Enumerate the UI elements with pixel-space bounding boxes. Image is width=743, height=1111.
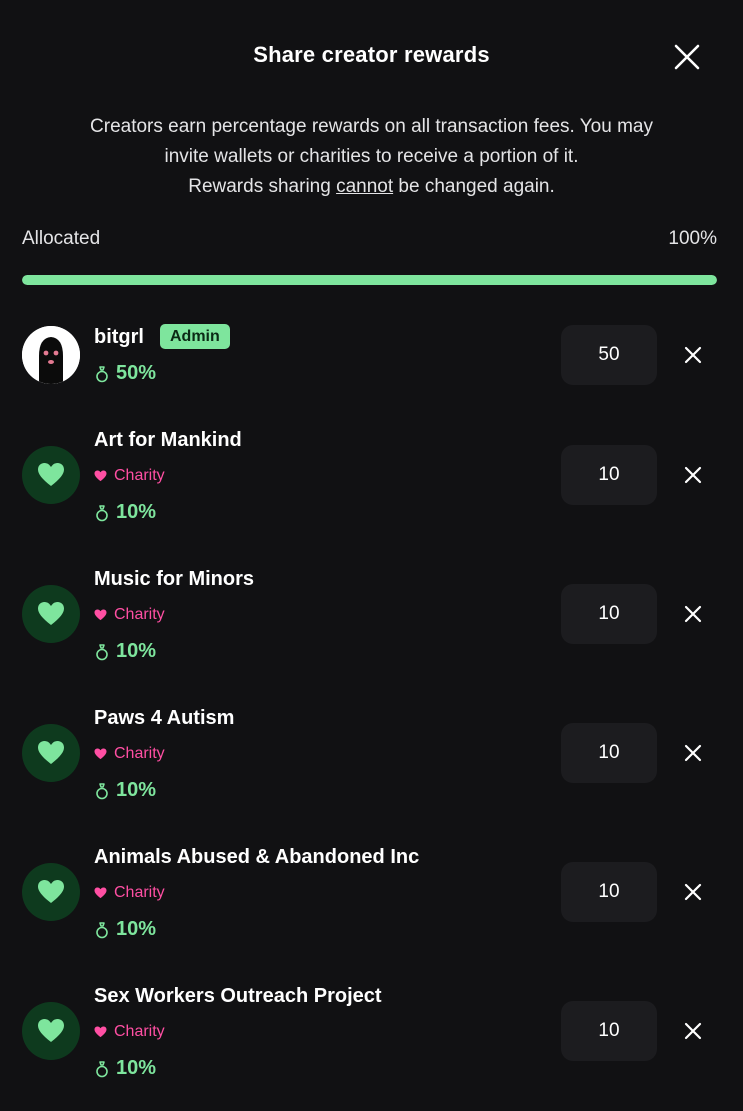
recipient-name: Music for Minors — [94, 568, 255, 590]
heart-icon — [94, 609, 107, 621]
recipient-share: 10% — [94, 918, 156, 941]
modal-header: Share creator rewards — [0, 0, 743, 115]
avatar-image — [22, 326, 80, 384]
recipient-share: 10% — [94, 779, 156, 802]
close-icon — [684, 605, 702, 623]
remove-recipient-button[interactable] — [680, 1018, 706, 1044]
recipient-amount-input[interactable] — [561, 584, 657, 644]
remove-recipient-button[interactable] — [680, 879, 706, 905]
recipient-share: 10% — [94, 640, 156, 663]
recipient-row: bitgrl Admin 50% — [0, 318, 743, 398]
charity-avatar — [22, 863, 80, 921]
close-icon — [674, 44, 700, 70]
recipient-name: Paws 4 Autism — [94, 707, 235, 729]
heart-icon — [94, 887, 107, 899]
description-text: Rewards sharing — [188, 176, 337, 197]
recipient-share: 50% — [94, 362, 156, 385]
close-icon — [684, 883, 702, 901]
allocation-progress-bar — [22, 275, 717, 285]
heart-icon — [38, 1019, 64, 1042]
recipient-amount-input[interactable] — [561, 445, 657, 505]
charity-avatar — [22, 724, 80, 782]
recipient-share-value: 10% — [116, 640, 157, 662]
charity-tag-label: Charity — [114, 606, 165, 623]
reward-bag-icon — [96, 643, 108, 660]
charity-tag: Charity — [94, 1023, 165, 1041]
reward-bag-icon — [96, 504, 108, 521]
recipient-row: Sex Workers Outreach Project Charity 10% — [0, 980, 743, 1090]
recipient-row: Art for Mankind Charity 10% — [0, 424, 743, 534]
modal-title: Share creator rewards — [253, 42, 490, 67]
allocation-label: Allocated — [22, 228, 101, 249]
heart-icon — [94, 1026, 107, 1038]
recipient-amount-input[interactable] — [561, 325, 657, 385]
charity-tag-label: Charity — [114, 1023, 165, 1040]
recipient-amount-input[interactable] — [561, 723, 657, 783]
reward-bag-icon — [96, 1060, 108, 1077]
recipient-share: 10% — [94, 501, 156, 524]
heart-icon — [94, 748, 107, 760]
recipient-row: Music for Minors Charity 10% — [0, 563, 743, 673]
recipient-name: Sex Workers Outreach Project — [94, 985, 382, 1007]
admin-badge: Admin — [160, 324, 230, 349]
heart-icon — [38, 602, 64, 625]
avatar — [22, 326, 80, 384]
recipient-row: Paws 4 Autism Charity 10% — [0, 702, 743, 812]
charity-tag: Charity — [94, 745, 165, 763]
reward-bag-icon — [96, 921, 108, 938]
description-line: invite wallets or charities to receive a… — [164, 146, 579, 167]
recipient-name: bitgrl — [94, 326, 144, 348]
recipient-share-value: 10% — [116, 779, 157, 801]
close-icon — [684, 346, 702, 364]
recipient-amount-input[interactable] — [561, 1001, 657, 1061]
charity-tag-label: Charity — [114, 884, 165, 901]
charity-tag-label: Charity — [114, 467, 165, 484]
recipient-share-value: 10% — [116, 1057, 157, 1079]
allocation-percent: 100% — [668, 228, 717, 249]
heart-icon — [38, 880, 64, 903]
close-icon — [684, 1022, 702, 1040]
modal-description: Creators earn percentage rewards on all … — [20, 112, 723, 202]
recipient-share-value: 10% — [116, 918, 157, 940]
charity-avatar — [22, 446, 80, 504]
close-icon — [684, 466, 702, 484]
recipient-share: 10% — [94, 1057, 156, 1080]
remove-recipient-button[interactable] — [680, 740, 706, 766]
recipient-name: Art for Mankind — [94, 429, 242, 451]
recipient-row: Animals Abused & Abandoned Inc Charity 1… — [0, 841, 743, 951]
charity-tag: Charity — [94, 606, 165, 624]
description-line: Creators earn percentage rewards on all … — [90, 116, 653, 137]
allocation-row: Allocated 100% — [22, 228, 717, 254]
reward-bag-icon — [96, 782, 108, 799]
description-emphasis: cannot — [336, 176, 394, 197]
remove-recipient-button[interactable] — [680, 601, 706, 627]
description-line: Rewards sharing cannot be changed again. — [20, 172, 723, 202]
charity-tag: Charity — [94, 467, 165, 485]
close-button[interactable] — [668, 38, 706, 76]
description-text: be changed again. — [393, 176, 555, 197]
recipient-amount-input[interactable] — [561, 862, 657, 922]
recipient-name: Animals Abused & Abandoned Inc — [94, 846, 420, 868]
share-rewards-modal: Share creator rewards Creators earn perc… — [0, 0, 743, 1111]
charity-tag: Charity — [94, 884, 165, 902]
charity-avatar — [22, 1002, 80, 1060]
recipient-share-value: 50% — [116, 362, 157, 384]
heart-icon — [38, 741, 64, 764]
recipient-share-value: 10% — [116, 501, 157, 523]
reward-bag-icon — [96, 365, 108, 382]
heart-icon — [38, 463, 64, 486]
allocation-progress-fill — [22, 275, 717, 285]
charity-tag-label: Charity — [114, 745, 165, 762]
remove-recipient-button[interactable] — [680, 462, 706, 488]
remove-recipient-button[interactable] — [680, 342, 706, 368]
heart-icon — [94, 470, 107, 482]
charity-avatar — [22, 585, 80, 643]
close-icon — [684, 744, 702, 762]
